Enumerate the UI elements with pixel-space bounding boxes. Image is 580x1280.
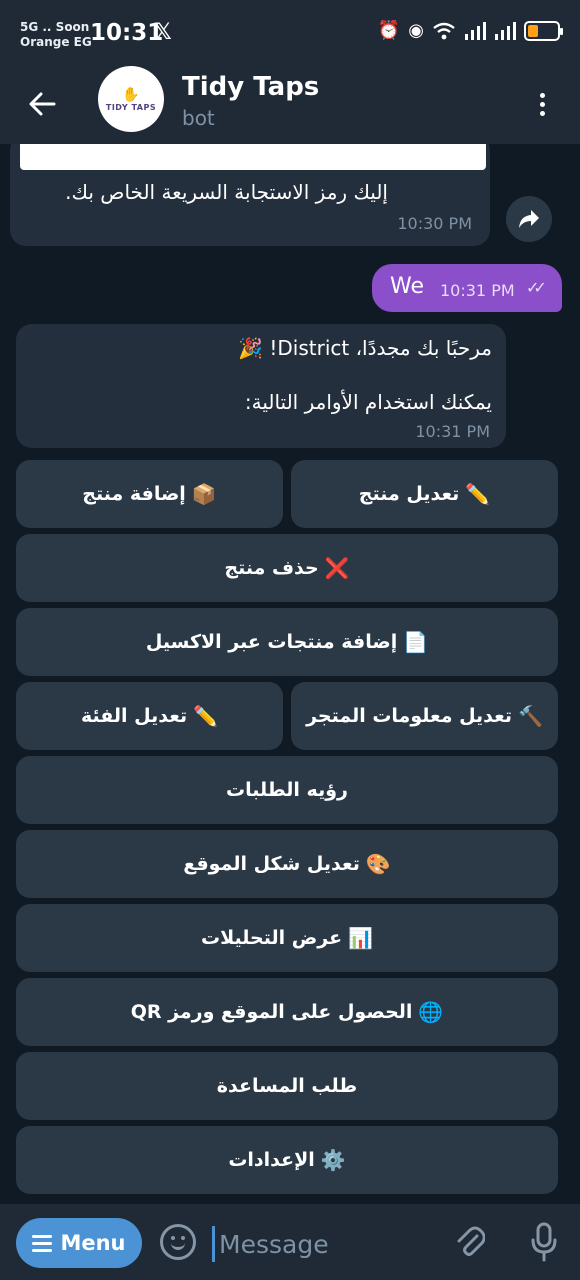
view-orders-button[interactable]: رؤيه الطلبات (16, 756, 558, 824)
signal-icon (465, 21, 486, 40)
hotspot-icon: ◉ (408, 20, 424, 41)
pencil-icon: ✏️ (193, 704, 219, 728)
chat-header: ✋ TIDY TAPS Tidy Taps bot (0, 66, 580, 144)
button-label: عرض التحليلات (201, 927, 343, 949)
message-time: 10:30 PM (397, 214, 472, 233)
wifi-icon (433, 22, 455, 39)
message-time: 10:31 PM (415, 422, 490, 441)
carrier-info: 5G .. Soon Orange EG (20, 20, 92, 50)
edit-store-button[interactable]: 🔨 تعديل معلومات المتجر (291, 682, 558, 750)
button-label: رؤيه الطلبات (226, 779, 348, 801)
microphone-button[interactable] (526, 1220, 562, 1264)
add-excel-button[interactable]: 📄 إضافة منتجات عبر الاكسيل (16, 608, 558, 676)
alarm-icon: ⏰ (377, 20, 401, 41)
forward-icon (519, 210, 539, 228)
hand-logo-icon: ✋ (122, 86, 140, 103)
avatar-text: TIDY TAPS (105, 102, 157, 112)
carrier-line2: Orange EG (20, 35, 92, 49)
qr-message-bubble: إليك رمز الاستجابة السريعة الخاص بك. 10:… (10, 144, 490, 246)
button-label: إضافة منتجات عبر الاكسيل (145, 631, 398, 653)
chat-area[interactable]: إليك رمز الاستجابة السريعة الخاص بك. 10:… (0, 144, 580, 1204)
attach-button[interactable] (452, 1224, 488, 1260)
globe-icon: 🌐 (418, 1000, 444, 1024)
carrier-line1: 5G .. Soon (20, 20, 90, 34)
button-label: تعديل معلومات المتجر (306, 705, 513, 727)
avatar[interactable]: ✋ TIDY TAPS (98, 66, 164, 132)
welcome-message-bubble: مرحبًا بك مجددًا، District! 🎉 يمكنك استخ… (16, 324, 506, 448)
edit-category-button[interactable]: ✏️ تعديل الفئة (16, 682, 283, 750)
button-label: طلب المساعدة (216, 1075, 358, 1097)
settings-button[interactable]: ⚙️ الإعدادات (16, 1126, 558, 1194)
edit-site-look-button[interactable]: 🎨 تعديل شكل الموقع (16, 830, 558, 898)
message-time: 10:31 PM (440, 281, 515, 300)
paperclip-icon (457, 1226, 485, 1256)
message-text: مرحبًا بك مجددًا، District! 🎉 (238, 336, 492, 360)
button-label: تعديل منتج (358, 483, 460, 505)
palette-icon: 🎨 (365, 852, 391, 876)
get-site-qr-button[interactable]: 🌐 الحصول على الموقع ورمز QR (16, 978, 558, 1046)
chart-icon: 📊 (348, 926, 374, 950)
add-product-button[interactable]: 📦 إضافة منتج (16, 460, 283, 528)
emoji-icon[interactable] (160, 1224, 196, 1260)
arrow-left-icon (29, 92, 56, 116)
button-label: الحصول على الموقع ورمز QR (130, 1001, 413, 1023)
help-button[interactable]: طلب المساعدة (16, 1052, 558, 1120)
message-text: يمكنك استخدام الأوامر التالية: (244, 390, 492, 414)
system-icons: ⏰ ◉ (377, 20, 563, 41)
chat-subtitle: bot (182, 106, 215, 130)
back-button[interactable] (22, 84, 62, 124)
x-logo-icon: 𝕏 (154, 20, 172, 45)
chat-title[interactable]: Tidy Taps (182, 72, 319, 102)
more-options-icon[interactable] (530, 84, 554, 124)
menu-label: Menu (60, 1231, 126, 1255)
message-input-bar: Menu (0, 1204, 580, 1280)
button-label: حذف منتج (224, 557, 319, 579)
analytics-button[interactable]: 📊 عرض التحليلات (16, 904, 558, 972)
message-text: إليك رمز الاستجابة السريعة الخاص بك. (65, 180, 388, 204)
battery-icon (524, 20, 563, 41)
forward-button[interactable] (506, 196, 552, 242)
bot-menu-button[interactable]: Menu (16, 1218, 142, 1268)
package-icon: 📦 (191, 482, 217, 506)
double-check-icon: ✓✓ (526, 278, 547, 297)
button-label: إضافة منتج (82, 483, 186, 505)
hammer-icon: 🔨 (518, 704, 543, 728)
button-label: تعديل الفئة (80, 705, 188, 727)
pencil-icon: ✏️ (465, 482, 491, 506)
qr-image[interactable] (20, 144, 486, 170)
cross-icon: ❌ (324, 556, 350, 580)
signal-icon-2 (495, 21, 516, 40)
delete-product-button[interactable]: ❌ حذف منتج (16, 534, 558, 602)
document-icon: 📄 (403, 630, 429, 654)
gear-icon: ⚙️ (320, 1148, 346, 1172)
message-text: We (390, 274, 424, 299)
outgoing-message-bubble: We 10:31 PM ✓✓ (372, 264, 562, 312)
status-clock: 10:31 (90, 20, 164, 46)
microphone-icon (531, 1222, 557, 1262)
button-label: تعديل شكل الموقع (183, 853, 360, 875)
message-input[interactable] (212, 1226, 432, 1262)
hamburger-icon (32, 1234, 53, 1252)
button-label: الإعدادات (228, 1149, 315, 1171)
edit-product-button[interactable]: ✏️ تعديل منتج (291, 460, 558, 528)
status-bar: 5G .. Soon Orange EG 10:31 𝕏 ⏰ ◉ (0, 0, 580, 66)
